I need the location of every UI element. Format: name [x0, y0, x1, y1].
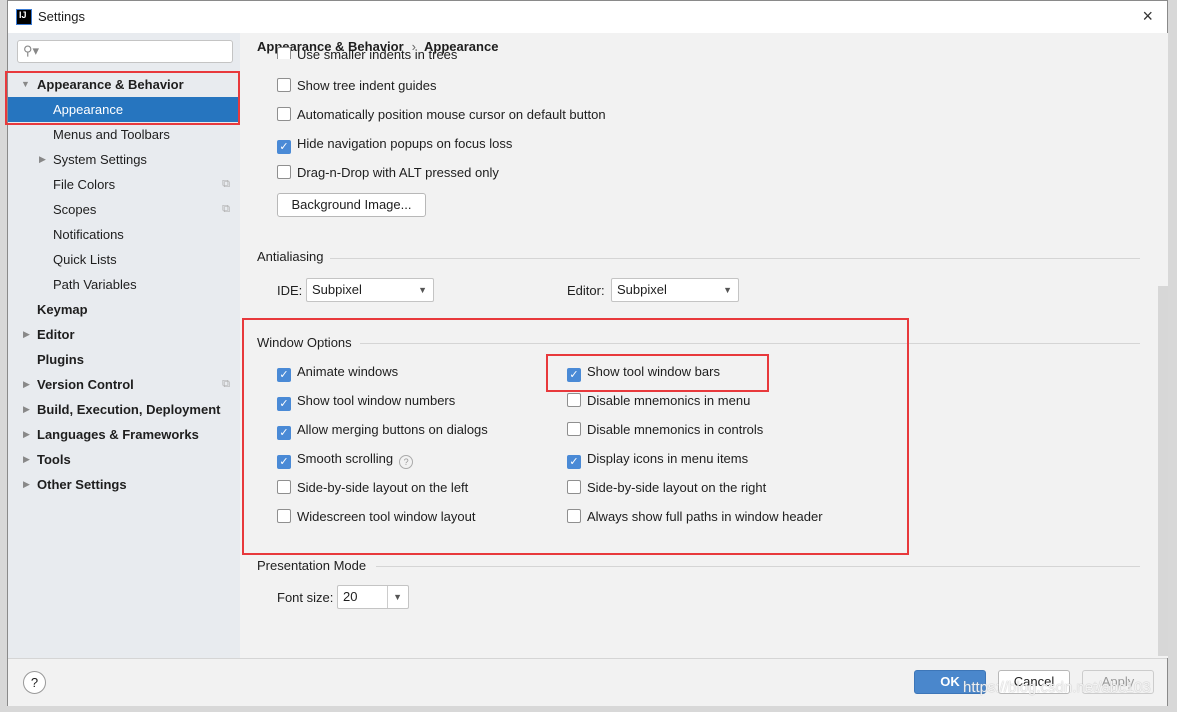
sidebar-item-other-settings[interactable]: ▶ Other Settings — [8, 472, 240, 497]
sidebar-item-file-colors[interactable]: File Colors ⧉ — [8, 172, 240, 197]
sidebar-item-languages-frameworks[interactable]: ▶ Languages & Frameworks — [8, 422, 240, 447]
project-level-icon: ⧉ — [222, 203, 230, 215]
checkbox-label: Show tree indent guides — [297, 78, 437, 93]
checkbox-label: Automatically position mouse cursor on d… — [297, 107, 606, 122]
sidebar-item-build-execution-deployment[interactable]: ▶ Build, Execution, Deployment — [8, 397, 240, 422]
checkbox-checked-icon[interactable]: ✓ — [277, 140, 291, 154]
divider — [376, 566, 1140, 567]
sidebar-item-label: Menus and Toolbars — [53, 127, 170, 142]
ide-antialiasing-select[interactable]: Subpixel ▼ — [306, 278, 434, 302]
chevron-down-icon: ▼ — [387, 586, 402, 608]
sidebar-item-label: Languages & Frameworks — [37, 427, 199, 442]
close-icon[interactable]: × — [1142, 6, 1153, 27]
sidebar-item-label: Editor — [37, 327, 75, 342]
sidebar-item-scopes[interactable]: Scopes ⧉ — [8, 197, 240, 222]
sidebar-item-quick-lists[interactable]: Quick Lists — [8, 247, 240, 272]
checkbox-automatically-position-mouse-cursor-on-default-button[interactable]: Automatically position mouse cursor on d… — [277, 105, 606, 125]
sidebar-item-version-control[interactable]: ▶ Version Control ⧉ — [8, 372, 240, 397]
editor-antialiasing-select[interactable]: Subpixel ▼ — [611, 278, 739, 302]
sidebar-item-menus-and-toolbars[interactable]: Menus and Toolbars — [8, 122, 240, 147]
sidebar-item-label: Keymap — [37, 302, 88, 317]
watermark: https://blog.csdn.net/abc103 — [963, 679, 1151, 696]
sidebar-item-label: Scopes — [53, 202, 97, 217]
ide-label: IDE: — [277, 283, 303, 298]
settings-sidebar: ⚲▾ ▼ Appearance & Behavior Appearance Menus… — [8, 33, 240, 658]
sidebar-item-label: Plugins — [37, 352, 84, 367]
scrollbar[interactable] — [1158, 33, 1168, 658]
sidebar-item-tools[interactable]: ▶ Tools — [8, 447, 240, 472]
editor-label: Editor: — [567, 283, 605, 298]
help-icon[interactable]: ? — [23, 671, 46, 694]
window-title: Settings — [38, 9, 85, 24]
sidebar-item-label: Tools — [37, 452, 71, 467]
antialiasing-title: Antialiasing — [257, 249, 324, 264]
chevron-right-icon[interactable]: ▶ — [23, 472, 30, 497]
chevron-right-icon[interactable]: ▶ — [23, 422, 30, 447]
chevron-right-icon[interactable]: ▶ — [23, 397, 30, 422]
chevron-right-icon[interactable]: ▶ — [23, 322, 30, 347]
scrollbar-thumb[interactable] — [1158, 286, 1168, 656]
checkbox-hide-navigation-popups-on-focus-loss[interactable]: ✓ Hide navigation popups on focus loss — [277, 134, 512, 154]
checkbox-show-tree-indent-guides[interactable]: Show tree indent guides — [277, 76, 436, 96]
chevron-right-icon[interactable]: ▶ — [39, 147, 46, 172]
checkbox-unchecked-icon[interactable] — [277, 165, 291, 179]
background-image-button[interactable]: Background Image... — [277, 193, 426, 217]
checkbox-drag-n-drop-with-alt-pressed-only[interactable]: Drag-n-Drop with ALT pressed only — [277, 163, 499, 183]
sidebar-item-label: Path Variables — [53, 277, 137, 292]
settings-dialog: IJ Settings × ⚲▾ ▼ Appearance & Behavior A… — [5, 0, 1168, 706]
sidebar-item-editor[interactable]: ▶ Editor — [8, 322, 240, 347]
sidebar-item-system-settings[interactable]: ▶ System Settings — [8, 147, 240, 172]
divider — [330, 258, 1140, 259]
search-icon: ⚲▾ — [23, 43, 40, 58]
checkbox-unchecked-icon[interactable] — [277, 107, 291, 121]
sidebar-item-label: Other Settings — [37, 477, 127, 492]
highlight-box — [546, 354, 769, 392]
title-bar: IJ Settings × — [8, 1, 1167, 33]
project-level-icon: ⧉ — [222, 178, 230, 190]
chevron-down-icon: ▼ — [723, 285, 732, 295]
sidebar-item-notifications[interactable]: Notifications — [8, 222, 240, 247]
checkbox-label: Drag-n-Drop with ALT pressed only — [297, 165, 499, 180]
checkbox-unchecked-icon[interactable] — [277, 47, 291, 59]
ide-value: Subpixel — [312, 282, 362, 297]
sidebar-item-label: Build, Execution, Deployment — [37, 402, 221, 417]
sidebar-item-plugins[interactable]: Plugins — [8, 347, 240, 372]
checkbox-label: Use smaller indents in trees — [297, 47, 458, 59]
chevron-down-icon: ▼ — [418, 285, 427, 295]
checkbox-label: Hide navigation popups on focus loss — [297, 136, 513, 151]
sidebar-item-label: Quick Lists — [53, 252, 117, 267]
sidebar-item-label: System Settings — [53, 152, 147, 167]
sidebar-item-label: Notifications — [53, 227, 124, 242]
font-size-select[interactable]: 20 ▼ — [337, 585, 409, 609]
sidebar-item-label: Version Control — [37, 377, 134, 392]
font-size-label: Font size: — [277, 590, 334, 605]
editor-value: Subpixel — [617, 282, 667, 297]
intellij-logo-icon: IJ — [16, 9, 32, 25]
presentation-mode-title: Presentation Mode — [257, 558, 367, 573]
checkbox-unchecked-icon[interactable] — [277, 78, 291, 92]
highlight-box — [5, 71, 240, 125]
search-input[interactable]: ⚲▾ — [17, 40, 233, 63]
font-size-value: 20 — [343, 589, 358, 604]
chevron-right-icon[interactable]: ▶ — [23, 372, 30, 397]
chevron-right-icon[interactable]: ▶ — [23, 447, 30, 472]
project-level-icon: ⧉ — [222, 378, 230, 390]
sidebar-item-label: File Colors — [53, 177, 116, 192]
sidebar-item-path-variables[interactable]: Path Variables — [8, 272, 240, 297]
sidebar-item-keymap[interactable]: Keymap — [8, 297, 240, 322]
checkbox-use-smaller-indents-in-trees[interactable]: Use smaller indents in trees — [277, 47, 457, 59]
